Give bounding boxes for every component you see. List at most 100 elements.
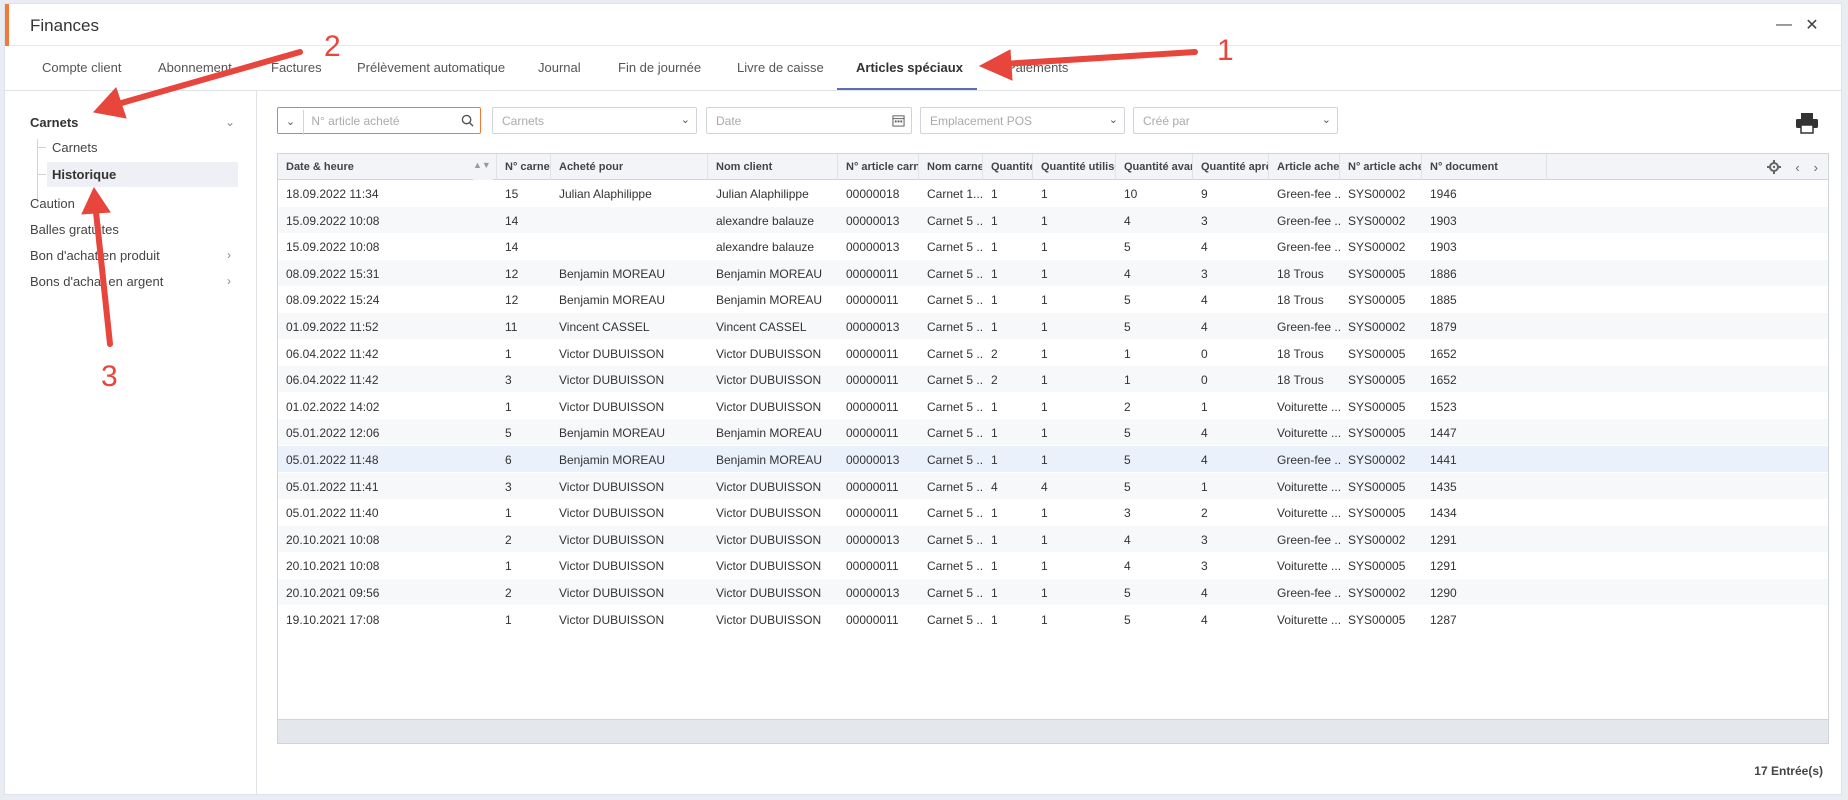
sidebar-item-balles-gratuites[interactable]: Balles gratuites [30, 222, 119, 237]
chevron-left-icon[interactable]: ‹ [1795, 160, 1799, 175]
column-header-quantite-apres[interactable]: Quantité après [1193, 154, 1269, 180]
table-row[interactable]: 08.09.2022 15:31 12 Benjamin MOREAU Benjami… [278, 259, 1828, 286]
cell-n-carnet: 2 [505, 532, 512, 547]
search-icon[interactable] [461, 114, 474, 127]
tab-journal[interactable]: Journal [538, 60, 581, 75]
sidebar: Carnets ⌄ Carnets Historique Caution Bal… [5, 91, 257, 794]
sidebar-group-carnets[interactable]: Carnets [30, 115, 78, 130]
title-bar: Finances — ✕ [5, 4, 1841, 46]
chevron-right-icon[interactable]: › [227, 274, 231, 288]
chevron-right-icon[interactable]: › [227, 248, 231, 262]
chevron-down-icon[interactable]: ⌄ [225, 115, 235, 129]
tab-articles-speciaux[interactable]: Articles spéciaux [856, 60, 963, 75]
cell-date: 05.01.2022 11:41 [286, 479, 379, 494]
search-input[interactable] [311, 114, 462, 128]
column-header-n-article-carnet[interactable]: N° article carnet [838, 154, 919, 180]
close-icon[interactable]: ✕ [1803, 16, 1821, 34]
search-dropdown-icon[interactable]: ⌄ [278, 110, 304, 135]
cell-n-article-carnet: 00000011 [846, 479, 899, 494]
minimize-icon[interactable]: — [1775, 16, 1793, 34]
print-icon[interactable] [1795, 112, 1819, 134]
table-row[interactable]: 19.10.2021 17:08 1 Victor DUBUISSON Victor … [278, 606, 1828, 632]
cell-quantite-utilisee: 1 [1041, 373, 1048, 388]
table-row[interactable]: 20.10.2021 09:56 2 Victor DUBUISSON Victor … [278, 579, 1828, 605]
calendar-icon[interactable] [892, 114, 905, 127]
cell-nom-client: Benjamin MOREAU [716, 266, 823, 281]
tab-paiements[interactable]: Paiements [1007, 60, 1068, 75]
sidebar-item-caution[interactable]: Caution [30, 196, 75, 211]
table-row[interactable]: 15.09.2022 10:08 14 alexandre balauze 00000… [278, 233, 1828, 259]
table-row[interactable]: 01.02.2022 14:02 1 Victor DUBUISSON Victor … [278, 393, 1828, 419]
cell-article-achete: Green-fee ... [1277, 586, 1340, 600]
table-row[interactable]: 06.04.2022 11:42 1 Victor DUBUISSON Victor … [278, 340, 1828, 366]
tab-factures[interactable]: Factures [271, 60, 322, 75]
table-row[interactable]: 05.01.2022 12:06 5 Benjamin MOREAU Benjamin… [278, 419, 1828, 446]
tab-compte-client[interactable]: Compte client [42, 60, 121, 75]
cell-achete-pour: Benjamin MOREAU [559, 426, 666, 441]
cell-achete-pour: Victor DUBUISSON [559, 559, 665, 574]
cell-quantite-utilisee: 4 [1041, 479, 1048, 494]
column-header-nom-carnet[interactable]: Nom carnet [919, 154, 983, 180]
cell-date: 18.09.2022 11:34 [286, 187, 379, 201]
cell-n-article-achete: SYS00005 [1348, 559, 1406, 574]
cell-n-article-achete: SYS00005 [1348, 426, 1406, 441]
column-header-achete-pour[interactable]: Acheté pour [551, 154, 708, 180]
sidebar-item-carnets[interactable]: Carnets [47, 135, 238, 160]
cell-nom-carnet: Carnet 5 ... [927, 426, 983, 441]
cell-quantite: 1 [991, 266, 998, 281]
table-row[interactable]: 05.01.2022 11:48 6 Benjamin MOREAU Benjamin… [278, 446, 1828, 472]
table-row[interactable]: 15.09.2022 10:08 14 alexandre balauze 00000… [278, 206, 1828, 233]
cell-n-article-achete: SYS00005 [1348, 479, 1406, 494]
cell-nom-client: Victor DUBUISSON [716, 506, 822, 521]
cell-date: 05.01.2022 11:48 [286, 453, 379, 467]
column-header-nom-client[interactable]: Nom client [708, 154, 838, 180]
sidebar-item-bons-achat-argent[interactable]: Bons d'achat en argent [30, 274, 163, 289]
table-row[interactable]: 01.09.2022 11:52 11 Vincent CASSEL Vincent … [278, 313, 1828, 339]
table-row[interactable]: 05.01.2022 11:40 1 Victor DUBUISSON Victor … [278, 499, 1828, 525]
cell-nom-client: Victor DUBUISSON [716, 586, 822, 600]
cell-achete-pour: Victor DUBUISSON [559, 506, 665, 521]
annotation-label-3: 3 [101, 360, 118, 393]
cell-n-carnet: 14 [505, 213, 519, 228]
emplacement-pos-select[interactable]: Emplacement POS ⌄ [920, 107, 1125, 134]
column-header-date[interactable]: Date & heure [278, 154, 497, 180]
cell-n-carnet: 6 [505, 453, 512, 467]
column-header-n-article-achete[interactable]: N° article acheté [1340, 154, 1422, 180]
table-row[interactable]: 08.09.2022 15:24 12 Benjamin MOREAU Benjami… [278, 286, 1828, 312]
column-header-n-carnet[interactable]: N° carnet [497, 154, 551, 180]
search-field[interactable]: ⌄ [277, 107, 481, 135]
tab-prelevement-automatique[interactable]: Prélèvement automatique [357, 60, 505, 75]
cree-par-select[interactable]: Créé par ⌄ [1133, 107, 1338, 134]
cell-quantite: 1 [991, 612, 998, 627]
column-header-quantite-avant[interactable]: Quantité avant [1116, 154, 1193, 180]
chevron-down-icon: ⌄ [680, 114, 690, 126]
column-header-article-achete[interactable]: Article acheté [1269, 154, 1340, 180]
annotation-label-2: 2 [324, 30, 341, 63]
cell-nom-carnet: Carnet 5 ... [927, 399, 983, 414]
cell-quantite-avant: 3 [1124, 506, 1131, 521]
tab-fin-de-journee[interactable]: Fin de journée [618, 60, 701, 75]
carnets-select[interactable]: Carnets ⌄ [492, 107, 697, 134]
cell-n-document: 1885 [1430, 293, 1457, 308]
column-header-n-document[interactable]: N° document [1422, 154, 1547, 180]
tab-abonnement[interactable]: Abonnement [158, 60, 232, 75]
cell-article-achete: Voiturette ... [1277, 399, 1340, 414]
cell-n-article-carnet: 00000013 [846, 213, 900, 228]
table-row[interactable]: 18.09.2022 11:34 15 Julian Alaphilippe Juli… [278, 180, 1828, 206]
gear-icon[interactable] [1767, 160, 1782, 174]
column-header-quantite[interactable]: Quantité [983, 154, 1033, 180]
date-field[interactable]: Date [706, 107, 912, 134]
sidebar-item-bon-achat-produit[interactable]: Bon d'achat en produit [30, 248, 160, 263]
tab-livre-de-caisse[interactable]: Livre de caisse [737, 60, 824, 75]
cell-nom-carnet: Carnet 5 ... [927, 532, 983, 547]
cell-quantite-utilisee: 1 [1041, 240, 1048, 255]
sort-icon[interactable]: ▲▼ [473, 154, 493, 180]
table-row[interactable]: 06.04.2022 11:42 3 Victor DUBUISSON Victor … [278, 366, 1828, 393]
cell-n-article-achete: SYS00002 [1348, 586, 1406, 600]
table-row[interactable]: 05.01.2022 11:41 3 Victor DUBUISSON Victor … [278, 472, 1828, 499]
table-row[interactable]: 20.10.2021 10:08 2 Victor DUBUISSON Victor … [278, 525, 1828, 552]
chevron-right-icon[interactable]: › [1814, 160, 1818, 175]
sidebar-item-historique[interactable]: Historique [47, 162, 238, 187]
column-header-quantite-utilisee[interactable]: Quantité utilisée [1033, 154, 1116, 180]
table-row[interactable]: 20.10.2021 10:08 1 Victor DUBUISSON Victor … [278, 552, 1828, 578]
